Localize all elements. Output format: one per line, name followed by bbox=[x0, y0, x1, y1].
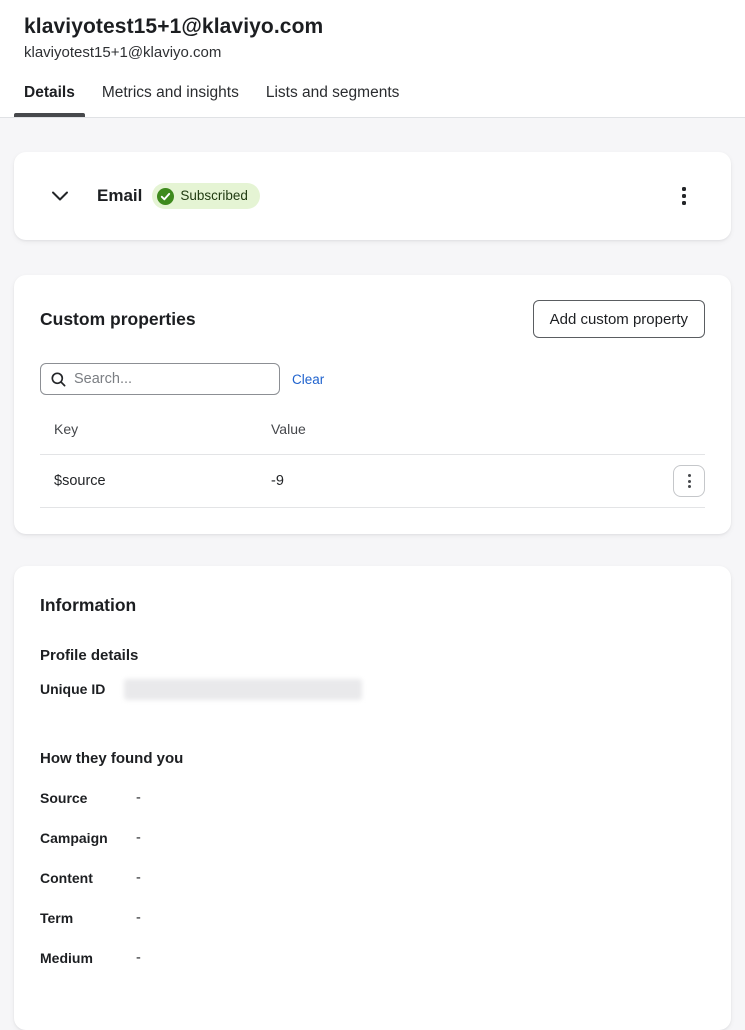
tab-metrics-and-insights[interactable]: Metrics and insights bbox=[92, 84, 249, 117]
term-row: Term - bbox=[40, 910, 705, 926]
unique-id-row: Unique ID bbox=[40, 678, 705, 700]
campaign-value: - bbox=[136, 830, 705, 846]
column-header-value: Value bbox=[257, 421, 657, 437]
custom-properties-search-row: Clear bbox=[40, 363, 705, 395]
search-box[interactable] bbox=[40, 363, 280, 395]
status-badge-label: Subscribed bbox=[180, 188, 248, 204]
how-they-found-you-rows: Source - Campaign - Content - Term - Med… bbox=[40, 790, 705, 966]
tab-details[interactable]: Details bbox=[14, 84, 85, 117]
profile-main: Email Subscribed Custom properties Add c… bbox=[0, 118, 745, 1030]
source-label: Source bbox=[40, 790, 136, 806]
unique-id-redacted-value bbox=[124, 679, 362, 700]
campaign-row: Campaign - bbox=[40, 830, 705, 846]
check-circle-icon bbox=[157, 188, 174, 205]
page-subtitle: klaviyotest15+1@klaviyo.com bbox=[24, 44, 721, 62]
add-custom-property-button[interactable]: Add custom property bbox=[533, 300, 705, 338]
kebab-icon bbox=[688, 474, 691, 477]
unique-id-label: Unique ID bbox=[40, 681, 124, 697]
custom-properties-card: Custom properties Add custom property Cl… bbox=[14, 275, 731, 534]
email-card-kebab-menu-button[interactable] bbox=[678, 183, 690, 209]
search-icon bbox=[51, 372, 66, 387]
status-badge: Subscribed bbox=[152, 183, 260, 209]
information-card: Information Profile details Unique ID Ho… bbox=[14, 566, 731, 1030]
page-title: klaviyotest15+1@klaviyo.com bbox=[24, 14, 721, 39]
medium-value: - bbox=[136, 950, 705, 966]
property-row-kebab-menu-button[interactable] bbox=[673, 465, 705, 497]
campaign-label: Campaign bbox=[40, 830, 136, 846]
kebab-icon bbox=[682, 187, 686, 191]
custom-properties-header: Custom properties Add custom property bbox=[40, 300, 705, 338]
chevron-down-icon bbox=[49, 185, 71, 207]
property-key: $source bbox=[40, 473, 257, 489]
medium-label: Medium bbox=[40, 950, 136, 966]
table-header-row: Key Value bbox=[40, 409, 705, 455]
custom-properties-table: Key Value $source -9 bbox=[40, 409, 705, 534]
term-value: - bbox=[136, 910, 705, 926]
column-header-key: Key bbox=[40, 421, 257, 437]
profile-header: klaviyotest15+1@klaviyo.com klaviyotest1… bbox=[0, 0, 745, 118]
medium-row: Medium - bbox=[40, 950, 705, 966]
content-label: Content bbox=[40, 870, 136, 886]
table-row: $source -9 bbox=[40, 455, 705, 508]
custom-properties-title: Custom properties bbox=[40, 309, 196, 330]
information-title: Information bbox=[40, 595, 705, 616]
how-they-found-you-title: How they found you bbox=[40, 750, 705, 768]
profile-details-title: Profile details bbox=[40, 647, 705, 665]
content-row: Content - bbox=[40, 870, 705, 886]
channel-title: Email bbox=[97, 186, 142, 206]
clear-search-link[interactable]: Clear bbox=[292, 372, 324, 387]
search-input[interactable] bbox=[74, 371, 269, 387]
tab-lists-and-segments[interactable]: Lists and segments bbox=[256, 84, 410, 117]
term-label: Term bbox=[40, 910, 136, 926]
source-value: - bbox=[136, 790, 705, 806]
source-row: Source - bbox=[40, 790, 705, 806]
email-channel-card: Email Subscribed bbox=[14, 152, 731, 240]
property-value: -9 bbox=[257, 473, 657, 489]
profile-tabs: Details Metrics and insights Lists and s… bbox=[14, 84, 721, 117]
content-value: - bbox=[136, 870, 705, 886]
email-card-expand-button[interactable] bbox=[48, 184, 72, 208]
